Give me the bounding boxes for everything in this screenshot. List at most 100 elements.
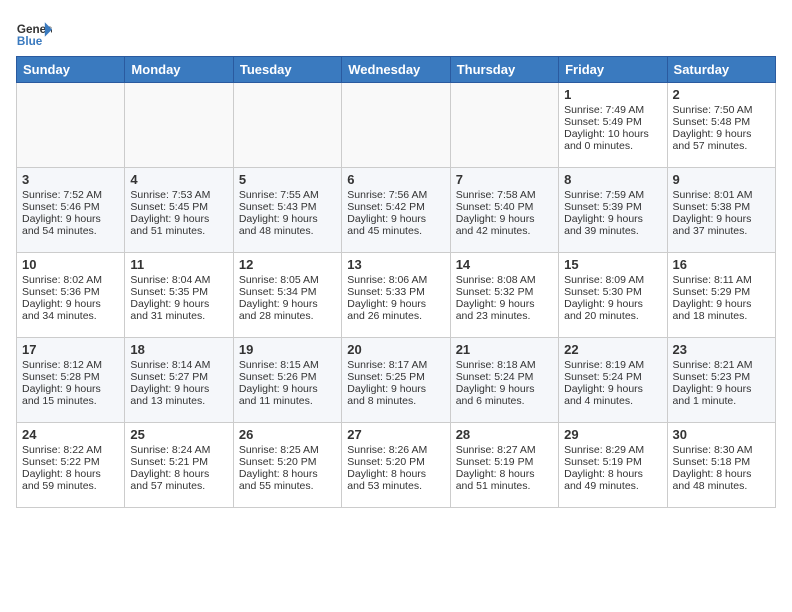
calendar-cell: 17Sunrise: 8:12 AMSunset: 5:28 PMDayligh… xyxy=(17,338,125,423)
sunset-text: Sunset: 5:25 PM xyxy=(347,371,444,383)
day-number: 1 xyxy=(564,87,661,102)
sunset-text: Sunset: 5:27 PM xyxy=(130,371,227,383)
sunrise-text: Sunrise: 8:29 AM xyxy=(564,444,661,456)
calendar-cell: 30Sunrise: 8:30 AMSunset: 5:18 PMDayligh… xyxy=(667,423,775,508)
sunset-text: Sunset: 5:34 PM xyxy=(239,286,336,298)
calendar-cell: 5Sunrise: 7:55 AMSunset: 5:43 PMDaylight… xyxy=(233,168,341,253)
calendar-cell: 25Sunrise: 8:24 AMSunset: 5:21 PMDayligh… xyxy=(125,423,233,508)
sunrise-text: Sunrise: 8:21 AM xyxy=(673,359,770,371)
sunset-text: Sunset: 5:32 PM xyxy=(456,286,553,298)
daylight-text: Daylight: 9 hours and 42 minutes. xyxy=(456,213,553,237)
daylight-text: Daylight: 9 hours and 18 minutes. xyxy=(673,298,770,322)
sunrise-text: Sunrise: 7:53 AM xyxy=(130,189,227,201)
day-number: 6 xyxy=(347,172,444,187)
sunrise-text: Sunrise: 8:14 AM xyxy=(130,359,227,371)
calendar-cell: 9Sunrise: 8:01 AMSunset: 5:38 PMDaylight… xyxy=(667,168,775,253)
daylight-text: Daylight: 9 hours and 57 minutes. xyxy=(673,128,770,152)
daylight-text: Daylight: 9 hours and 31 minutes. xyxy=(130,298,227,322)
sunrise-text: Sunrise: 7:55 AM xyxy=(239,189,336,201)
sunset-text: Sunset: 5:33 PM xyxy=(347,286,444,298)
weekday-header-tuesday: Tuesday xyxy=(233,57,341,83)
sunrise-text: Sunrise: 7:58 AM xyxy=(456,189,553,201)
sunrise-text: Sunrise: 8:06 AM xyxy=(347,274,444,286)
weekday-header-monday: Monday xyxy=(125,57,233,83)
calendar-cell xyxy=(450,83,558,168)
sunrise-text: Sunrise: 7:49 AM xyxy=(564,104,661,116)
calendar-cell: 18Sunrise: 8:14 AMSunset: 5:27 PMDayligh… xyxy=(125,338,233,423)
daylight-text: Daylight: 8 hours and 55 minutes. xyxy=(239,468,336,492)
sunrise-text: Sunrise: 8:05 AM xyxy=(239,274,336,286)
daylight-text: Daylight: 9 hours and 6 minutes. xyxy=(456,383,553,407)
day-number: 11 xyxy=(130,257,227,272)
sunset-text: Sunset: 5:49 PM xyxy=(564,116,661,128)
day-number: 30 xyxy=(673,427,770,442)
day-number: 21 xyxy=(456,342,553,357)
sunrise-text: Sunrise: 8:15 AM xyxy=(239,359,336,371)
sunset-text: Sunset: 5:28 PM xyxy=(22,371,119,383)
daylight-text: Daylight: 9 hours and 45 minutes. xyxy=(347,213,444,237)
calendar-cell: 8Sunrise: 7:59 AMSunset: 5:39 PMDaylight… xyxy=(559,168,667,253)
sunrise-text: Sunrise: 8:09 AM xyxy=(564,274,661,286)
daylight-text: Daylight: 9 hours and 4 minutes. xyxy=(564,383,661,407)
sunrise-text: Sunrise: 8:25 AM xyxy=(239,444,336,456)
sunrise-text: Sunrise: 8:27 AM xyxy=(456,444,553,456)
weekday-header-thursday: Thursday xyxy=(450,57,558,83)
sunset-text: Sunset: 5:29 PM xyxy=(673,286,770,298)
calendar-week-5: 24Sunrise: 8:22 AMSunset: 5:22 PMDayligh… xyxy=(17,423,776,508)
calendar-cell: 4Sunrise: 7:53 AMSunset: 5:45 PMDaylight… xyxy=(125,168,233,253)
calendar-cell: 22Sunrise: 8:19 AMSunset: 5:24 PMDayligh… xyxy=(559,338,667,423)
weekday-header-row: SundayMondayTuesdayWednesdayThursdayFrid… xyxy=(17,57,776,83)
sunset-text: Sunset: 5:24 PM xyxy=(564,371,661,383)
daylight-text: Daylight: 9 hours and 34 minutes. xyxy=(22,298,119,322)
daylight-text: Daylight: 9 hours and 39 minutes. xyxy=(564,213,661,237)
day-number: 5 xyxy=(239,172,336,187)
calendar-cell: 24Sunrise: 8:22 AMSunset: 5:22 PMDayligh… xyxy=(17,423,125,508)
calendar-cell: 19Sunrise: 8:15 AMSunset: 5:26 PMDayligh… xyxy=(233,338,341,423)
calendar-cell: 23Sunrise: 8:21 AMSunset: 5:23 PMDayligh… xyxy=(667,338,775,423)
calendar-cell: 3Sunrise: 7:52 AMSunset: 5:46 PMDaylight… xyxy=(17,168,125,253)
daylight-text: Daylight: 9 hours and 23 minutes. xyxy=(456,298,553,322)
daylight-text: Daylight: 8 hours and 49 minutes. xyxy=(564,468,661,492)
calendar-cell: 20Sunrise: 8:17 AMSunset: 5:25 PMDayligh… xyxy=(342,338,450,423)
calendar-cell xyxy=(17,83,125,168)
daylight-text: Daylight: 8 hours and 48 minutes. xyxy=(673,468,770,492)
sunrise-text: Sunrise: 7:52 AM xyxy=(22,189,119,201)
calendar-cell xyxy=(233,83,341,168)
day-number: 22 xyxy=(564,342,661,357)
sunrise-text: Sunrise: 8:11 AM xyxy=(673,274,770,286)
calendar-cell: 10Sunrise: 8:02 AMSunset: 5:36 PMDayligh… xyxy=(17,253,125,338)
sunrise-text: Sunrise: 8:26 AM xyxy=(347,444,444,456)
day-number: 19 xyxy=(239,342,336,357)
day-number: 20 xyxy=(347,342,444,357)
calendar-cell: 28Sunrise: 8:27 AMSunset: 5:19 PMDayligh… xyxy=(450,423,558,508)
day-number: 2 xyxy=(673,87,770,102)
day-number: 9 xyxy=(673,172,770,187)
calendar-cell: 29Sunrise: 8:29 AMSunset: 5:19 PMDayligh… xyxy=(559,423,667,508)
sunset-text: Sunset: 5:21 PM xyxy=(130,456,227,468)
sunset-text: Sunset: 5:46 PM xyxy=(22,201,119,213)
day-number: 27 xyxy=(347,427,444,442)
sunset-text: Sunset: 5:39 PM xyxy=(564,201,661,213)
calendar-cell: 15Sunrise: 8:09 AMSunset: 5:30 PMDayligh… xyxy=(559,253,667,338)
calendar-cell xyxy=(342,83,450,168)
calendar-cell: 6Sunrise: 7:56 AMSunset: 5:42 PMDaylight… xyxy=(342,168,450,253)
day-number: 15 xyxy=(564,257,661,272)
sunset-text: Sunset: 5:19 PM xyxy=(564,456,661,468)
calendar-table: SundayMondayTuesdayWednesdayThursdayFrid… xyxy=(16,56,776,508)
calendar-cell: 27Sunrise: 8:26 AMSunset: 5:20 PMDayligh… xyxy=(342,423,450,508)
logo: General Blue xyxy=(16,20,56,48)
sunset-text: Sunset: 5:18 PM xyxy=(673,456,770,468)
daylight-text: Daylight: 9 hours and 26 minutes. xyxy=(347,298,444,322)
sunset-text: Sunset: 5:30 PM xyxy=(564,286,661,298)
sunrise-text: Sunrise: 8:01 AM xyxy=(673,189,770,201)
daylight-text: Daylight: 9 hours and 8 minutes. xyxy=(347,383,444,407)
day-number: 25 xyxy=(130,427,227,442)
day-number: 16 xyxy=(673,257,770,272)
sunset-text: Sunset: 5:38 PM xyxy=(673,201,770,213)
weekday-header-saturday: Saturday xyxy=(667,57,775,83)
weekday-header-friday: Friday xyxy=(559,57,667,83)
sunset-text: Sunset: 5:22 PM xyxy=(22,456,119,468)
daylight-text: Daylight: 9 hours and 54 minutes. xyxy=(22,213,119,237)
sunrise-text: Sunrise: 8:12 AM xyxy=(22,359,119,371)
weekday-header-wednesday: Wednesday xyxy=(342,57,450,83)
